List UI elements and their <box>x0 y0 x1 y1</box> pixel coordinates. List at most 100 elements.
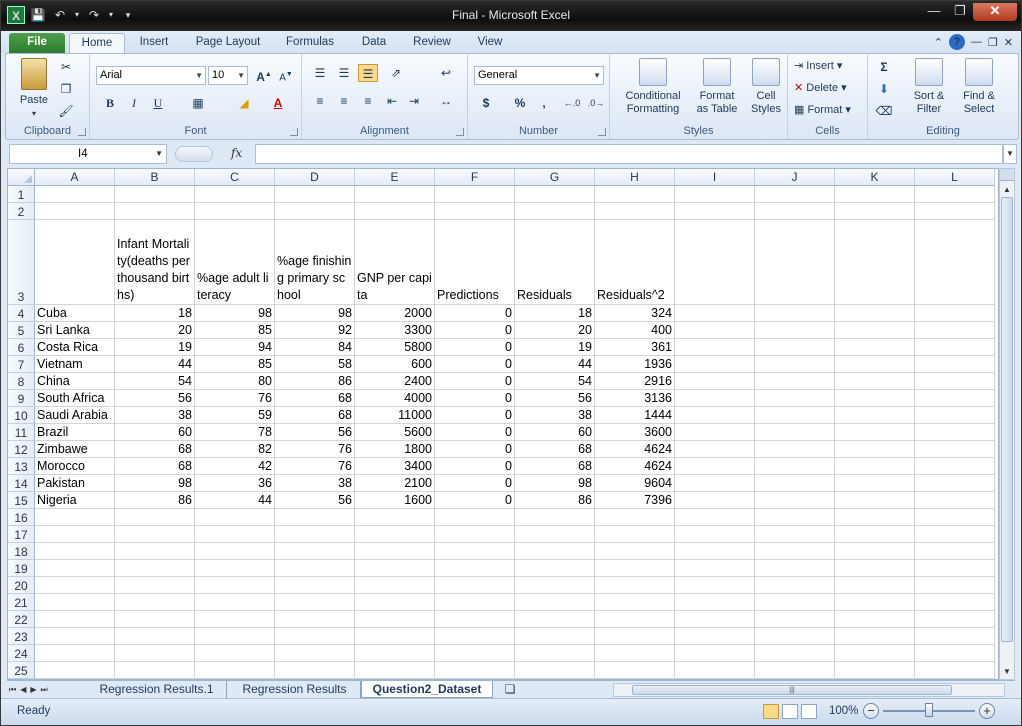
decrease-indent-icon[interactable]: ⇤ <box>382 92 402 110</box>
cell-k15[interactable] <box>835 492 915 509</box>
cell-c20[interactable] <box>195 577 275 594</box>
row-header-14[interactable]: 14 <box>8 475 35 492</box>
wrap-text-icon[interactable]: ↩ <box>436 64 456 82</box>
cell-f9[interactable]: 0 <box>435 390 515 407</box>
cell-f19[interactable] <box>435 560 515 577</box>
cell-b24[interactable] <box>115 645 195 662</box>
cell-e21[interactable] <box>355 594 435 611</box>
cell-l24[interactable] <box>915 645 995 662</box>
sheet-tab-question2-dataset[interactable]: Question2_Dataset <box>361 681 493 698</box>
cell-i13[interactable] <box>675 458 755 475</box>
bold-button[interactable]: B <box>100 94 120 112</box>
cell-i24[interactable] <box>675 645 755 662</box>
row-header-19[interactable]: 19 <box>8 560 35 577</box>
cell-d6[interactable]: 84 <box>275 339 355 356</box>
cell-a19[interactable] <box>35 560 115 577</box>
cell-k25[interactable] <box>835 662 915 679</box>
cell-k9[interactable] <box>835 390 915 407</box>
cell-d1[interactable] <box>275 186 355 203</box>
doc-restore-icon[interactable]: ❐ <box>988 36 998 49</box>
format-cells-button[interactable]: ▦ Format ▾ <box>794 104 851 117</box>
cell-g10[interactable]: 38 <box>515 407 595 424</box>
cell-d25[interactable] <box>275 662 355 679</box>
cell-k13[interactable] <box>835 458 915 475</box>
normal-view-icon[interactable] <box>763 704 779 719</box>
row-header-16[interactable]: 16 <box>8 509 35 526</box>
cell-b14[interactable]: 98 <box>115 475 195 492</box>
cell-i8[interactable] <box>675 373 755 390</box>
cell-f18[interactable] <box>435 543 515 560</box>
cell-a7[interactable]: Vietnam <box>35 356 115 373</box>
cell-b16[interactable] <box>115 509 195 526</box>
column-header-d[interactable]: D <box>275 169 355 186</box>
row-header-23[interactable]: 23 <box>8 628 35 645</box>
cell-e9[interactable]: 4000 <box>355 390 435 407</box>
cell-d2[interactable] <box>275 203 355 220</box>
cell-h3[interactable]: Residuals^2 <box>595 220 675 305</box>
cell-j4[interactable] <box>755 305 835 322</box>
fill-color-icon[interactable]: ◢ <box>234 94 254 112</box>
paste-button[interactable]: Paste ▾ <box>14 58 54 120</box>
cell-h4[interactable]: 324 <box>595 305 675 322</box>
cell-a3[interactable] <box>35 220 115 305</box>
cell-a24[interactable] <box>35 645 115 662</box>
cell-e15[interactable]: 1600 <box>355 492 435 509</box>
merge-center-icon[interactable]: ↔ <box>436 92 456 110</box>
cell-e6[interactable]: 5800 <box>355 339 435 356</box>
cell-g25[interactable] <box>515 662 595 679</box>
number-format-select[interactable]: General ▼ <box>474 66 604 85</box>
cell-g21[interactable] <box>515 594 595 611</box>
cell-i25[interactable] <box>675 662 755 679</box>
expand-formula-bar-icon[interactable]: ▼ <box>1003 144 1017 164</box>
cell-h17[interactable] <box>595 526 675 543</box>
cell-d10[interactable]: 68 <box>275 407 355 424</box>
conditional-formatting-button[interactable]: Conditional Formatting <box>616 58 690 116</box>
cell-i6[interactable] <box>675 339 755 356</box>
align-middle-icon[interactable]: ☰ <box>334 64 354 82</box>
font-size-select[interactable]: 10 ▼ <box>208 66 248 85</box>
clipboard-launcher-icon[interactable] <box>78 128 86 136</box>
cell-j20[interactable] <box>755 577 835 594</box>
cell-d12[interactable]: 76 <box>275 441 355 458</box>
restore-icon[interactable]: ❐ <box>947 3 973 21</box>
cell-e3[interactable]: GNP per capita <box>355 220 435 305</box>
row-header-25[interactable]: 25 <box>8 662 35 679</box>
cell-c3[interactable]: %age adult literacy <box>195 220 275 305</box>
cell-h6[interactable]: 361 <box>595 339 675 356</box>
cell-i2[interactable] <box>675 203 755 220</box>
cell-b9[interactable]: 56 <box>115 390 195 407</box>
currency-button[interactable]: $ <box>476 94 496 112</box>
cell-styles-button[interactable]: Cell Styles <box>744 58 788 116</box>
cell-a4[interactable]: Cuba <box>35 305 115 322</box>
cell-b13[interactable]: 68 <box>115 458 195 475</box>
cell-a22[interactable] <box>35 611 115 628</box>
cell-b8[interactable]: 54 <box>115 373 195 390</box>
cell-f11[interactable]: 0 <box>435 424 515 441</box>
cell-c17[interactable] <box>195 526 275 543</box>
cell-f6[interactable]: 0 <box>435 339 515 356</box>
cell-l21[interactable] <box>915 594 995 611</box>
vertical-scroll-thumb[interactable] <box>1001 197 1013 642</box>
cell-k6[interactable] <box>835 339 915 356</box>
column-header-f[interactable]: F <box>435 169 515 186</box>
cell-f4[interactable]: 0 <box>435 305 515 322</box>
cell-c6[interactable]: 94 <box>195 339 275 356</box>
cell-d20[interactable] <box>275 577 355 594</box>
row-header-17[interactable]: 17 <box>8 526 35 543</box>
cell-j1[interactable] <box>755 186 835 203</box>
row-header-2[interactable]: 2 <box>8 203 35 220</box>
cell-c23[interactable] <box>195 628 275 645</box>
column-header-k[interactable]: K <box>835 169 915 186</box>
cell-i11[interactable] <box>675 424 755 441</box>
cell-b7[interactable]: 44 <box>115 356 195 373</box>
tab-view[interactable]: View <box>469 33 511 53</box>
cell-a16[interactable] <box>35 509 115 526</box>
cell-a23[interactable] <box>35 628 115 645</box>
cell-i7[interactable] <box>675 356 755 373</box>
cell-d22[interactable] <box>275 611 355 628</box>
column-header-h[interactable]: H <box>595 169 675 186</box>
grow-font-icon[interactable]: A▲ <box>254 66 274 84</box>
cell-i22[interactable] <box>675 611 755 628</box>
insert-cells-button[interactable]: ⇥ Insert ▾ <box>794 60 842 73</box>
cell-d13[interactable]: 76 <box>275 458 355 475</box>
